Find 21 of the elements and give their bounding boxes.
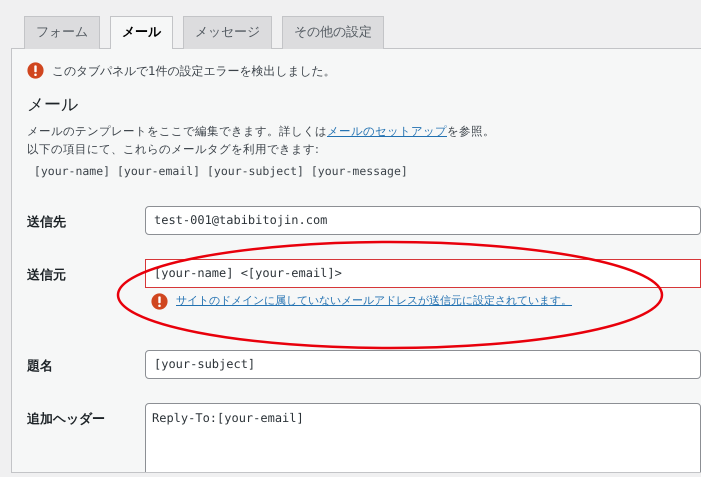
error-notice-text: このタブパネルで1件の設定エラーを検出しました。 — [52, 62, 336, 80]
tags-intro-text: 以下の項目にて、これらのメールタグを利用できます: — [27, 140, 320, 158]
tab[interactable]: その他の設定 — [282, 16, 384, 48]
setup-link[interactable]: メールのセットアップ — [327, 124, 447, 138]
tab[interactable]: メール — [110, 16, 173, 48]
tab[interactable]: フォーム — [24, 16, 100, 48]
input-field[interactable]: test-001@tabibitojin.com — [145, 206, 701, 234]
input-field[interactable]: [your-subject] — [145, 350, 701, 378]
field-label: 題名 — [27, 358, 54, 376]
tab[interactable]: メッセージ — [183, 16, 272, 48]
field-label: 送信先 — [27, 214, 67, 232]
error-icon — [27, 62, 44, 79]
header-textarea[interactable]: Reply-To:[your-email] — [145, 402, 701, 472]
field-label: 送信元 — [27, 266, 67, 284]
section-heading: メール — [27, 94, 79, 116]
input-field[interactable]: [your-name] <[your-email]> — [145, 258, 701, 288]
error-icon — [151, 292, 168, 310]
description-text: メールのテンプレートをここで編集できます。詳しくは メールのセットアップを参照。 — [27, 122, 496, 140]
error-message-link[interactable]: サイトのドメインに属していないメールアドレスが送信元に設定されています。 — [176, 292, 572, 310]
mail-tags-text: [your-name] [your-email] [your-subject] [your-message] — [32, 162, 409, 180]
field-label: 追加ヘッダー — [27, 410, 106, 428]
